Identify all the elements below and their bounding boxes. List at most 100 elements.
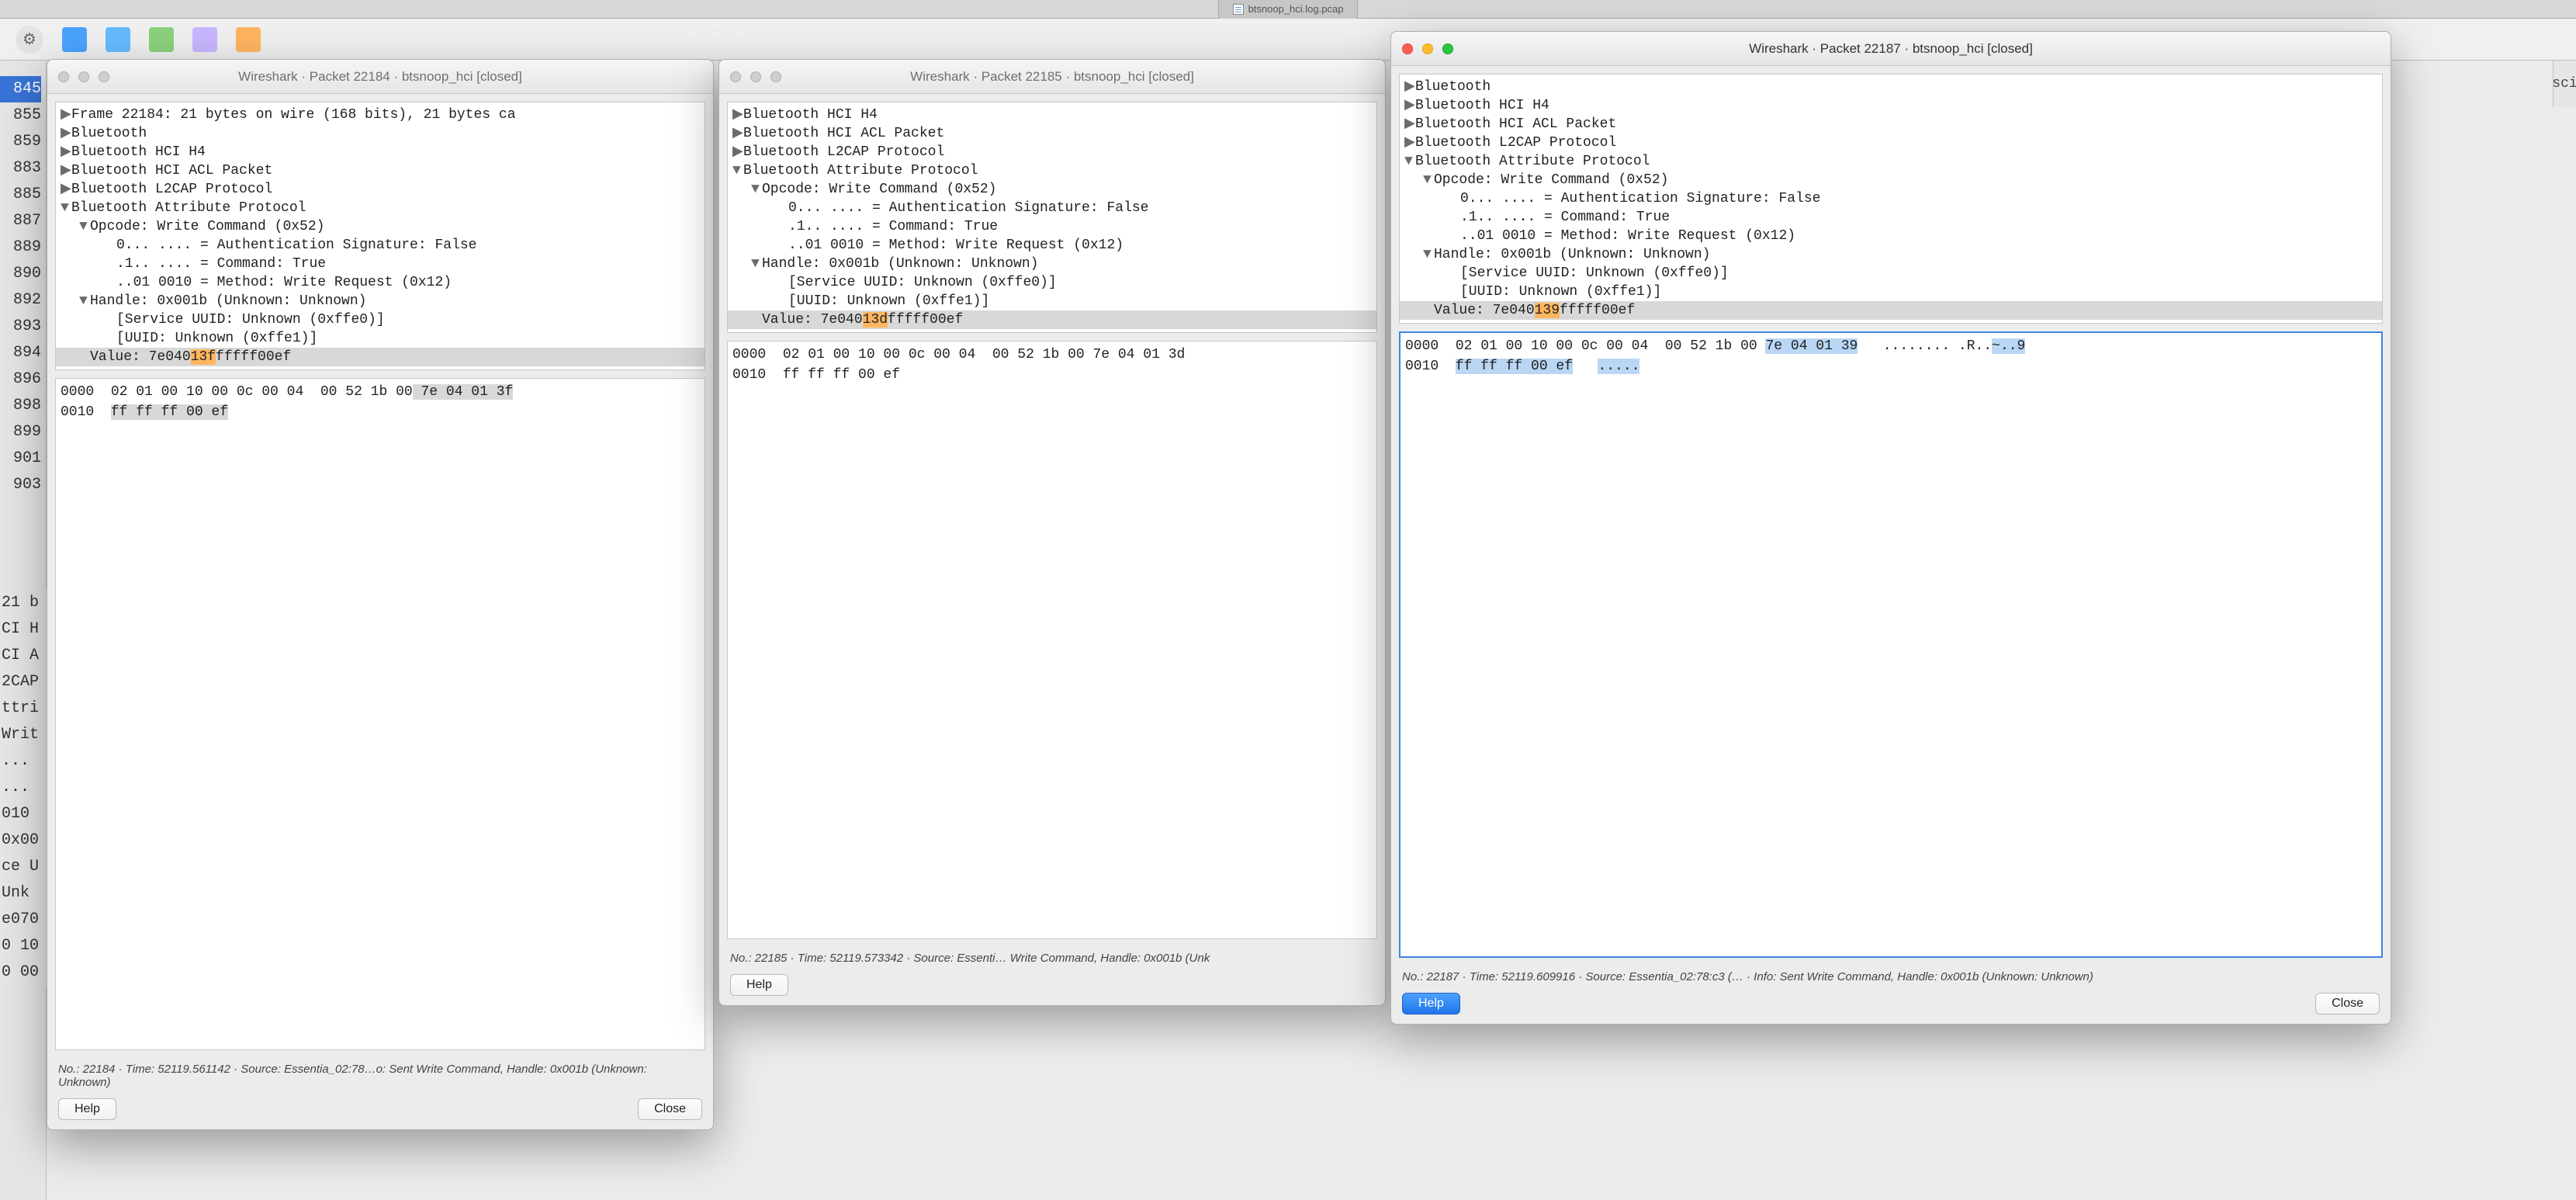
- disclosure-triangle-icon[interactable]: ▶: [61, 143, 71, 161]
- green-traffic-light[interactable]: [99, 71, 109, 82]
- tree-row[interactable]: ▼Bluetooth Attribute Protocol: [1400, 152, 2382, 171]
- tree-row[interactable]: .1.. .... = Command: True: [728, 217, 1376, 236]
- hex-dump-pane[interactable]: 0000 02 01 00 10 00 0c 00 04 00 52 1b 00…: [727, 341, 1377, 939]
- tree-row[interactable]: [UUID: Unknown (0xffe1)]: [1400, 283, 2382, 301]
- disclosure-triangle-icon[interactable]: ▶: [1404, 78, 1415, 96]
- tree-row[interactable]: [UUID: Unknown (0xffe1)]: [56, 329, 705, 348]
- tree-row[interactable]: ▶Bluetooth HCI ACL Packet: [56, 161, 705, 180]
- packet-row-number[interactable]: 859: [0, 129, 41, 155]
- disclosure-triangle-icon[interactable]: ▼: [732, 161, 743, 180]
- hex-line[interactable]: 0000 02 01 00 10 00 0c 00 04 00 52 1b 00…: [1405, 336, 2377, 356]
- help-button[interactable]: Help: [1402, 993, 1460, 1014]
- tree-row[interactable]: ▶Bluetooth HCI H4: [56, 143, 705, 161]
- tree-row[interactable]: ▶Bluetooth HCI ACL Packet: [728, 124, 1376, 143]
- yellow-traffic-light[interactable]: [1422, 43, 1433, 54]
- window-titlebar[interactable]: Wireshark · Packet 22184 · btsnoop_hci […: [47, 60, 713, 94]
- tree-row[interactable]: ▶Bluetooth HCI H4: [1400, 96, 2382, 115]
- hex-dump-pane[interactable]: 0000 02 01 00 10 00 0c 00 04 00 52 1b 00…: [55, 378, 705, 1050]
- tree-row[interactable]: ..01 0010 = Method: Write Request (0x12): [1400, 227, 2382, 245]
- packet-row-number[interactable]: 892: [0, 287, 41, 314]
- packet-row-number[interactable]: 894: [0, 340, 41, 366]
- x-icon[interactable]: [236, 27, 261, 52]
- protocol-tree[interactable]: ▶Frame 22184: 21 bytes on wire (168 bits…: [55, 102, 705, 370]
- tree-row[interactable]: 0... .... = Authentication Signature: Fa…: [56, 236, 705, 255]
- tree-row[interactable]: Value: 7e040139fffff00ef: [1400, 301, 2382, 320]
- protocol-tree[interactable]: ▶Bluetooth HCI H4▶Bluetooth HCI ACL Pack…: [727, 102, 1377, 333]
- tree-row[interactable]: ▼Handle: 0x001b (Unknown: Unknown): [1400, 245, 2382, 264]
- disclosure-triangle-icon[interactable]: ▼: [61, 199, 71, 217]
- close-button[interactable]: Close: [2315, 993, 2380, 1014]
- tree-row[interactable]: ▶Bluetooth L2CAP Protocol: [728, 143, 1376, 161]
- tree-row[interactable]: ▶Bluetooth HCI ACL Packet: [1400, 115, 2382, 134]
- disclosure-triangle-icon[interactable]: ▶: [61, 161, 71, 180]
- tree-row[interactable]: [Service UUID: Unknown (0xffe0)]: [56, 310, 705, 329]
- hex-line[interactable]: 0010 ff ff ff 00 ef: [61, 402, 700, 422]
- yellow-traffic-light[interactable]: [750, 71, 761, 82]
- tree-row[interactable]: ▶Bluetooth HCI H4: [728, 106, 1376, 124]
- tree-row[interactable]: Value: 7e04013ffffff00ef: [56, 348, 705, 366]
- tree-row[interactable]: ▼Bluetooth Attribute Protocol: [56, 199, 705, 217]
- packet-row-number[interactable]: 901: [0, 446, 41, 472]
- tree-row[interactable]: ▶Bluetooth: [56, 124, 705, 143]
- disclosure-triangle-icon[interactable]: ▼: [79, 292, 90, 310]
- hex-line[interactable]: 0010 ff ff ff 00 ef: [732, 365, 1372, 385]
- tree-row[interactable]: ▼Opcode: Write Command (0x52): [1400, 171, 2382, 189]
- disclosure-triangle-icon[interactable]: ▶: [61, 124, 71, 143]
- red-traffic-light[interactable]: [730, 71, 741, 82]
- disclosure-triangle-icon[interactable]: ▶: [732, 124, 743, 143]
- red-traffic-light[interactable]: [58, 71, 69, 82]
- hex-dump-pane[interactable]: 0000 02 01 00 10 00 0c 00 04 00 52 1b 00…: [1399, 331, 2383, 958]
- disclosure-triangle-icon[interactable]: ▶: [732, 143, 743, 161]
- hex-line[interactable]: 0010 ff ff ff 00 ef .....: [1405, 356, 2377, 376]
- close-button[interactable]: Close: [638, 1098, 702, 1120]
- wand-icon[interactable]: [149, 27, 174, 52]
- tree-row[interactable]: ▶Bluetooth: [1400, 78, 2382, 96]
- disclosure-triangle-icon[interactable]: ▼: [751, 255, 762, 273]
- packet-row-number[interactable]: 885: [0, 182, 41, 208]
- tree-row[interactable]: 0... .... = Authentication Signature: Fa…: [728, 199, 1376, 217]
- packet-row-number[interactable]: 889: [0, 234, 41, 261]
- hex-line[interactable]: 0000 02 01 00 10 00 0c 00 04 00 52 1b 00…: [61, 382, 700, 402]
- protocol-tree[interactable]: ▶Bluetooth▶Bluetooth HCI H4▶Bluetooth HC…: [1399, 74, 2383, 324]
- tree-row[interactable]: [Service UUID: Unknown (0xffe0)]: [1400, 264, 2382, 283]
- packet-row-number[interactable]: 845: [0, 76, 41, 102]
- tree-row[interactable]: ▼Bluetooth Attribute Protocol: [728, 161, 1376, 180]
- tree-row[interactable]: ▼Opcode: Write Command (0x52): [56, 217, 705, 236]
- tree-row[interactable]: .1.. .... = Command: True: [1400, 208, 2382, 227]
- disclosure-triangle-icon[interactable]: ▶: [1404, 134, 1415, 152]
- tree-row[interactable]: ..01 0010 = Method: Write Request (0x12): [56, 273, 705, 292]
- disclosure-triangle-icon[interactable]: ▼: [751, 180, 762, 199]
- main-tab-file[interactable]: btsnoop_hci.log.pcap: [1218, 0, 1359, 19]
- packet-row-number[interactable]: 893: [0, 314, 41, 340]
- tree-row[interactable]: ▶Frame 22184: 21 bytes on wire (168 bits…: [56, 106, 705, 124]
- disclosure-triangle-icon[interactable]: ▼: [1404, 152, 1415, 171]
- yellow-traffic-light[interactable]: [78, 71, 89, 82]
- help-button[interactable]: Help: [730, 974, 788, 996]
- disclosure-triangle-icon[interactable]: ▼: [1423, 171, 1434, 189]
- tree-row[interactable]: [Service UUID: Unknown (0xffe0)]: [728, 273, 1376, 292]
- disclosure-triangle-icon[interactable]: ▶: [1404, 115, 1415, 134]
- folder-icon[interactable]: [62, 27, 87, 52]
- disclosure-triangle-icon[interactable]: ▶: [61, 180, 71, 199]
- tree-row[interactable]: ▼Opcode: Write Command (0x52): [728, 180, 1376, 199]
- tree-row[interactable]: 0... .... = Authentication Signature: Fa…: [1400, 189, 2382, 208]
- tree-row[interactable]: ▼Handle: 0x001b (Unknown: Unknown): [728, 255, 1376, 273]
- red-traffic-light[interactable]: [1402, 43, 1413, 54]
- disclosure-triangle-icon[interactable]: ▶: [61, 106, 71, 124]
- packet-row-number[interactable]: 896: [0, 366, 41, 393]
- green-traffic-light[interactable]: [1442, 43, 1453, 54]
- packet-row-number[interactable]: 899: [0, 419, 41, 446]
- help-button[interactable]: Help: [58, 1098, 116, 1120]
- packet-row-number[interactable]: 855: [0, 102, 41, 129]
- window-titlebar[interactable]: Wireshark · Packet 22185 · btsnoop_hci […: [719, 60, 1385, 94]
- green-traffic-light[interactable]: [770, 71, 781, 82]
- tree-row[interactable]: Value: 7e04013dfffff00ef: [728, 310, 1376, 329]
- disclosure-triangle-icon[interactable]: ▶: [732, 106, 743, 124]
- tree-row[interactable]: ▶Bluetooth L2CAP Protocol: [1400, 134, 2382, 152]
- window-titlebar[interactable]: Wireshark · Packet 22187 · btsnoop_hci […: [1391, 32, 2391, 66]
- disclosure-triangle-icon[interactable]: ▶: [1404, 96, 1415, 115]
- packet-row-number[interactable]: 903: [0, 472, 41, 498]
- gear-icon[interactable]: ⚙: [16, 26, 43, 54]
- tree-row[interactable]: ..01 0010 = Method: Write Request (0x12): [728, 236, 1376, 255]
- tree-row[interactable]: ▼Handle: 0x001b (Unknown: Unknown): [56, 292, 705, 310]
